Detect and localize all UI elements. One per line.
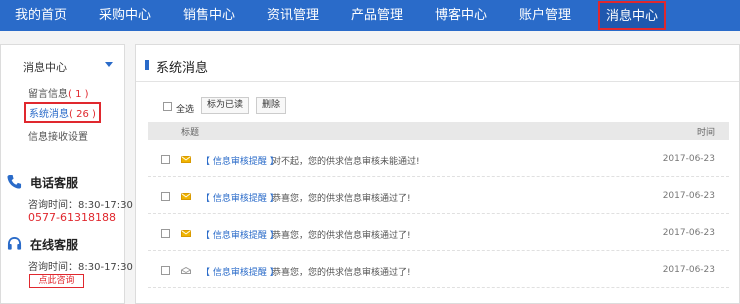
headset-icon xyxy=(7,236,22,250)
table-row[interactable]: 【 信息审核提醒 】 恭喜您，您的供求信息审核通过了! 2017-06-23 xyxy=(148,252,729,288)
message-date: 2017-06-23 xyxy=(662,265,715,275)
caret-down-icon[interactable] xyxy=(105,62,113,67)
message-tag[interactable]: 【 信息审核提醒 】 xyxy=(201,265,279,278)
row-checkbox[interactable] xyxy=(161,192,170,201)
sidebar-item-comments[interactable]: 留言信息( 1 ) xyxy=(28,85,89,100)
table-row[interactable]: 【 信息审核提醒 】 对不起，您的供求信息审核未能通过! 2017-06-23 xyxy=(148,141,729,177)
phone-service-title: 电话客服 xyxy=(30,176,79,190)
select-all-label[interactable]: 全选 xyxy=(176,102,194,115)
nav-item-purchase[interactable]: 采购中心 xyxy=(92,0,158,31)
envelope-unread-icon xyxy=(181,193,191,200)
mark-read-button[interactable]: 标为已读 xyxy=(201,97,250,114)
service-phone-number: 0577-61318188 xyxy=(28,211,116,224)
online-service-title: 在线客服 xyxy=(30,238,79,252)
unread-count: ( 26 ) xyxy=(69,109,96,120)
message-tag[interactable]: 【 信息审核提醒 】 xyxy=(201,154,279,167)
message-tag[interactable]: 【 信息审核提醒 】 xyxy=(201,228,279,241)
sidebar: 消息中心 留言信息( 1 ) 系统消息( 26 ) 信息接收设置 电话客服 咨询… xyxy=(0,44,133,304)
envelope-unread-icon xyxy=(181,156,191,163)
sidebar-heading[interactable]: 消息中心 xyxy=(23,59,67,75)
sidebar-item-receive-settings[interactable]: 信息接收设置 xyxy=(28,128,88,143)
online-service-hours: 咨询时间：8:30-17:30 xyxy=(28,262,133,273)
select-all-checkbox[interactable] xyxy=(163,102,172,111)
table-row[interactable]: 【 信息审核提醒 】 恭喜您，您的供求信息审核通过了! 2017-06-23 xyxy=(148,178,729,214)
phone-icon xyxy=(7,174,22,189)
sidebar-item-label: 留言信息 xyxy=(28,89,68,100)
row-checkbox[interactable] xyxy=(161,266,170,275)
sidebar-item-system-messages[interactable]: 系统消息( 26 ) xyxy=(24,102,101,123)
title-marker xyxy=(145,60,149,70)
envelope-unread-icon xyxy=(181,230,191,237)
page-title: 系统消息 xyxy=(156,61,209,76)
nav-item-sales[interactable]: 销售中心 xyxy=(176,0,242,31)
divider xyxy=(136,81,739,82)
top-nav: 我的首页 采购中心 销售中心 资讯管理 产品管理 博客中心 账户管理 消息中心 xyxy=(0,0,740,31)
message-date: 2017-06-23 xyxy=(662,191,715,201)
column-time-header: 时间 xyxy=(696,128,715,138)
sidebar-item-label: 信息接收设置 xyxy=(28,132,88,143)
message-text[interactable]: 对不起，您的供求信息审核未能通过! xyxy=(272,154,420,167)
nav-item-messages[interactable]: 消息中心 xyxy=(598,1,666,30)
phone-service-hours: 咨询时间：8:30-17:30 xyxy=(28,200,133,211)
nav-item-home[interactable]: 我的首页 xyxy=(8,0,74,31)
message-date: 2017-06-23 xyxy=(662,154,715,164)
column-title-header: 标题 xyxy=(181,128,200,138)
row-checkbox[interactable] xyxy=(161,229,170,238)
message-text[interactable]: 恭喜您，您的供求信息审核通过了! xyxy=(272,191,411,204)
unread-count: ( 1 ) xyxy=(68,89,89,100)
message-text[interactable]: 恭喜您，您的供求信息审核通过了! xyxy=(272,265,411,278)
message-date: 2017-06-23 xyxy=(662,228,715,238)
main-panel: 系统消息 全选 标为已读 删除 标题 时间 【 信息审核提醒 】 对不起，您的供… xyxy=(135,44,740,304)
delete-button[interactable]: 删除 xyxy=(256,97,287,114)
nav-item-account[interactable]: 账户管理 xyxy=(512,0,578,31)
sidebar-item-label: 系统消息 xyxy=(29,109,69,120)
envelope-read-icon xyxy=(181,267,191,274)
message-tag[interactable]: 【 信息审核提醒 】 xyxy=(201,191,279,204)
table-row[interactable]: 【 信息审核提醒 】 恭喜您，您的供求信息审核通过了! 2017-06-23 xyxy=(148,215,729,251)
message-text[interactable]: 恭喜您，您的供求信息审核通过了! xyxy=(272,228,411,241)
nav-item-news[interactable]: 资讯管理 xyxy=(260,0,326,31)
consult-button[interactable]: 点此咨询 xyxy=(29,274,84,288)
table-header: 标题 时间 xyxy=(148,122,729,140)
row-checkbox[interactable] xyxy=(161,155,170,164)
nav-item-products[interactable]: 产品管理 xyxy=(344,0,410,31)
nav-item-blog[interactable]: 博客中心 xyxy=(428,0,494,31)
